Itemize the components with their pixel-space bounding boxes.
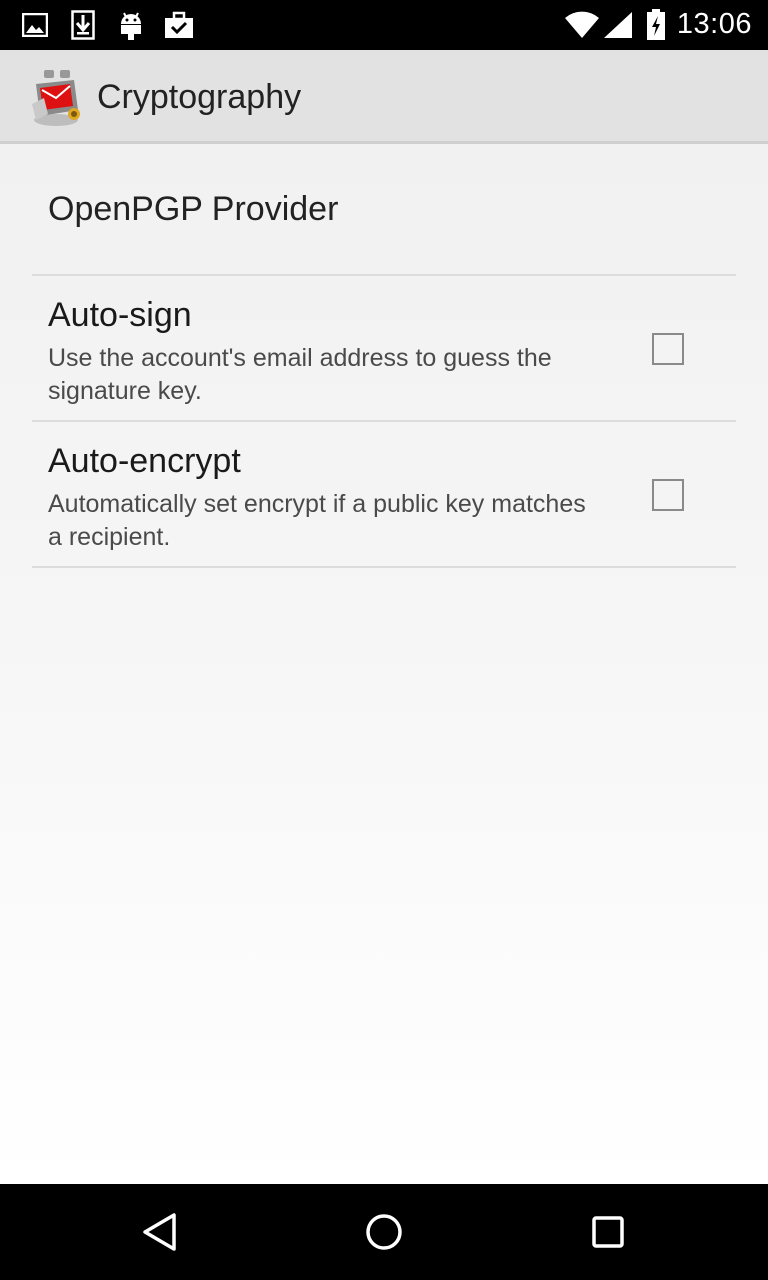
auto-encrypt-preference[interactable]: Auto-encrypt Automatically set encrypt i… bbox=[0, 422, 768, 566]
auto-sign-preference[interactable]: Auto-sign Use the account's email addres… bbox=[0, 276, 768, 420]
navigation-bar bbox=[0, 1184, 768, 1280]
preferences-list: OpenPGP Provider Auto-sign Use the accou… bbox=[0, 144, 768, 1184]
image-icon bbox=[20, 9, 50, 41]
briefcase-check-icon bbox=[164, 9, 194, 41]
download-icon bbox=[68, 9, 98, 41]
openpgp-provider-preference[interactable]: OpenPGP Provider bbox=[48, 190, 338, 229]
signal-icon bbox=[602, 9, 634, 41]
wifi-icon bbox=[564, 9, 600, 41]
android-icon bbox=[116, 9, 146, 41]
pref-summary: Use the account's email address to guess… bbox=[48, 344, 552, 405]
battery-charging-icon bbox=[644, 9, 668, 41]
page-title: Cryptography bbox=[97, 78, 302, 116]
status-bar: 13:06 bbox=[0, 0, 768, 50]
pref-title: Auto-sign bbox=[48, 296, 192, 334]
home-icon[interactable] bbox=[360, 1208, 408, 1256]
status-time: 13:06 bbox=[676, 8, 752, 40]
app-bar: Cryptography bbox=[0, 50, 768, 144]
pref-summary: Automatically set encrypt if a public ke… bbox=[48, 490, 586, 551]
pref-title: Auto-encrypt bbox=[48, 442, 241, 480]
divider bbox=[32, 566, 736, 568]
auto-encrypt-checkbox[interactable] bbox=[652, 479, 684, 511]
back-icon[interactable] bbox=[136, 1208, 184, 1256]
recents-icon[interactable] bbox=[584, 1208, 632, 1256]
auto-sign-checkbox[interactable] bbox=[652, 333, 684, 365]
app-logo-icon bbox=[30, 68, 84, 128]
